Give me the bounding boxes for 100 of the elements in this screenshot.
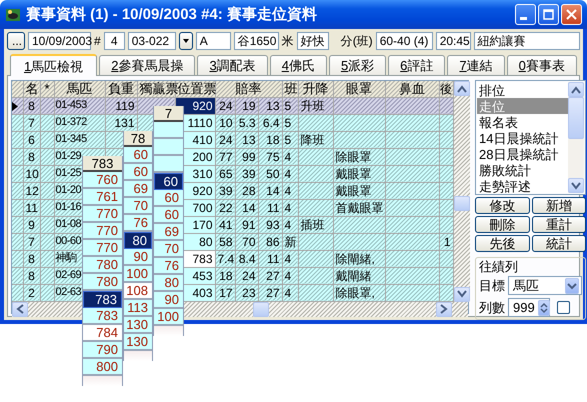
minimize-button[interactable] [515, 4, 536, 25]
checkbox[interactable] [557, 301, 570, 314]
list-option[interactable]: 76 [154, 258, 183, 275]
list-option[interactable]: 783 [83, 291, 122, 308]
action-button[interactable]: 重計 [532, 216, 586, 233]
tab[interactable]: 7連結 [447, 55, 505, 75]
table-cell: 01-453 [54, 97, 105, 114]
list-option[interactable]: 80 [124, 232, 152, 249]
input-field[interactable]: A [196, 32, 231, 50]
input-field[interactable]: 10/09/2003 [28, 32, 91, 50]
tab[interactable]: 2參賽馬晨操 [99, 55, 196, 75]
input-field[interactable]: 03-022 [128, 32, 176, 50]
list-option[interactable]: 100 [124, 266, 152, 283]
dropdown-button[interactable] [178, 32, 193, 50]
empty-option[interactable] [154, 156, 183, 173]
table-cell: 99 [235, 148, 258, 165]
tab[interactable]: 1馬匹檢視 [10, 54, 98, 76]
list-option[interactable]: 90 [124, 249, 152, 266]
list-option[interactable]: 76 [124, 215, 152, 232]
spin-field[interactable]: 999 [508, 298, 550, 317]
tab[interactable]: 6評註 [388, 55, 446, 75]
column-header: * [40, 81, 54, 97]
list-option[interactable]: 80 [154, 275, 183, 292]
list-option[interactable]: 760 [83, 172, 122, 189]
list-item[interactable]: 勝敗統計 [477, 162, 568, 178]
input-field[interactable]: 好快 [296, 32, 329, 50]
list-option[interactable]: 100 [154, 309, 183, 326]
list-option[interactable]: 60 [154, 207, 183, 224]
table-cell: 除眼罩, [333, 284, 386, 301]
list-option[interactable]: 770 [83, 206, 122, 223]
table-cell: 戴眼罩 [333, 182, 386, 199]
list-option[interactable]: 130 [124, 317, 152, 334]
list-option[interactable]: 780 [83, 257, 122, 274]
maximize-icon [543, 9, 554, 20]
list-option[interactable]: 60 [124, 147, 152, 164]
field-label: 米 [282, 34, 294, 46]
list-option[interactable]: 70 [124, 198, 152, 215]
list-option[interactable]: 60 [154, 173, 183, 190]
list-item[interactable]: 排位 [477, 82, 568, 98]
list-option[interactable]: 784 [83, 325, 122, 342]
action-button[interactable]: 統計 [532, 235, 586, 252]
list-item[interactable]: 28日晨操統計 [477, 146, 568, 162]
list-option[interactable]: 69 [124, 181, 152, 198]
list-option[interactable]: 130 [124, 334, 152, 351]
action-button[interactable]: 新增 [532, 197, 586, 214]
row-header[interactable] [12, 97, 23, 114]
list-option[interactable]: 108 [124, 283, 152, 300]
tab[interactable]: 0賽事表 [506, 55, 577, 75]
input-field[interactable]: 60-40 (4) [376, 32, 433, 50]
action-button[interactable]: 先後 [475, 235, 530, 252]
vertical-scrollbar[interactable] [454, 81, 470, 302]
list-option[interactable]: 70 [154, 241, 183, 258]
input-field[interactable]: 4 [104, 32, 125, 50]
input-field[interactable]: 紐約讓賽 [474, 32, 580, 50]
empty-option[interactable] [154, 139, 183, 156]
dropdown-list[interactable]: 78 60 60 69 70 76 80 90 100 108 113 130 130 [123, 131, 153, 361]
list-item[interactable]: 14日晨操統計 [477, 130, 568, 146]
column-header: 眼罩 [333, 81, 386, 97]
dropdown-list[interactable]: 783 760 761 770 770 770 780 780 783 783 784 790 800 [82, 156, 123, 386]
list-option[interactable]: 790 [83, 342, 122, 359]
scroll-thumb[interactable] [454, 196, 470, 211]
input-field[interactable]: 20:45 [436, 32, 471, 50]
dropdown-list[interactable]: 7 60 60 60 69 70 76 80 90 100 [153, 106, 184, 336]
app-icon [5, 6, 21, 22]
table-cell: 11 [258, 199, 282, 216]
table-cell: 19 [235, 97, 258, 114]
select-field[interactable]: 馬匹 [508, 276, 582, 295]
list-box[interactable]: 排位 走位 報名表 14日晨操統計 28日晨操統計 勝敗統計 走勢評述 [475, 80, 586, 195]
list-option[interactable]: 800 [83, 359, 122, 376]
select-value: 馬匹 [513, 279, 540, 292]
action-button[interactable]: 刪除 [475, 216, 530, 233]
list-option[interactable]: 780 [83, 274, 122, 291]
tab[interactable]: 4佛氏 [270, 55, 327, 75]
column-header: 負重 [105, 81, 137, 97]
empty-option[interactable] [154, 122, 183, 139]
field-label: # [94, 34, 101, 46]
list-option[interactable]: 60 [124, 164, 152, 181]
tab[interactable]: 5派彩 [328, 55, 386, 75]
window-title: 賽事資料 (1) - 10/09/2003 #4: 賽事走位資料 [26, 7, 318, 22]
list-option[interactable]: 60 [154, 190, 183, 207]
table-cell: 降班 [298, 131, 334, 148]
list-option[interactable]: 761 [83, 189, 122, 206]
table-cell: 插班 [298, 216, 334, 233]
vertical-scrollbar[interactable] [568, 82, 584, 193]
list-option[interactable]: 69 [154, 224, 183, 241]
browse-button[interactable]: ... [7, 32, 25, 50]
scroll-thumb[interactable] [253, 302, 269, 316]
list-option[interactable]: 783 [83, 308, 122, 325]
input-field[interactable]: 谷1650 [234, 32, 279, 50]
list-option[interactable]: 113 [124, 300, 152, 317]
close-button[interactable] [561, 4, 582, 25]
maximize-button[interactable] [538, 4, 559, 25]
scroll-thumb[interactable] [568, 97, 584, 139]
list-option[interactable]: 770 [83, 240, 122, 257]
tab[interactable]: 3調配表 [197, 55, 268, 75]
list-item[interactable]: 走勢評述 [477, 178, 568, 194]
action-button[interactable]: 修改 [475, 197, 530, 214]
list-option[interactable]: 90 [154, 292, 183, 309]
list-option[interactable]: 770 [83, 223, 122, 240]
list-item[interactable]: 報名表 [477, 114, 568, 130]
